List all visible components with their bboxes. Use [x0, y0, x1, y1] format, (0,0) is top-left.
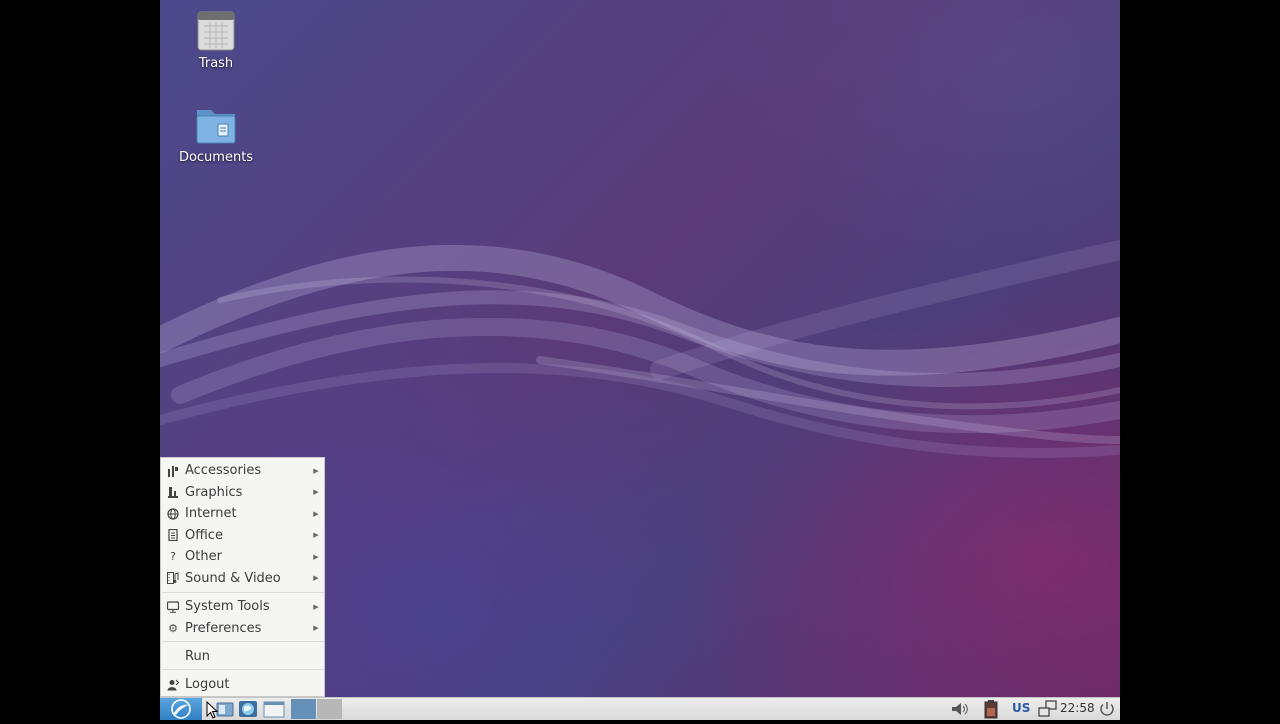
question-icon: ? [170, 550, 176, 563]
menu-separator [162, 592, 324, 593]
start-menu-button[interactable] [160, 698, 202, 720]
menu-item-label: Internet [185, 506, 237, 521]
file-manager-icon [216, 702, 234, 717]
folder-documents-icon [194, 104, 238, 148]
accessories-icon [166, 464, 180, 478]
browser-launcher[interactable] [238, 700, 258, 718]
menu-separator [162, 669, 324, 670]
menu-separator [162, 641, 324, 642]
menu-item-other[interactable]: ? Other ▶ [161, 546, 324, 567]
file-manager-launcher[interactable] [215, 700, 235, 718]
workspace-2[interactable] [317, 699, 342, 719]
menu-item-label: Accessories [185, 463, 262, 478]
power-icon[interactable] [1098, 700, 1116, 718]
chevron-right-icon: ▶ [313, 602, 319, 611]
chevron-right-icon: ▶ [313, 509, 319, 518]
run-spacer [166, 650, 180, 664]
user-logout-icon [166, 678, 180, 692]
menu-item-label: Office [185, 527, 223, 543]
taskbar: US 22:58 [160, 697, 1120, 720]
chevron-right-icon: ▶ [313, 624, 319, 632]
chevron-right-icon: ▶ [313, 552, 319, 561]
menu-item-system-tools[interactable]: System Tools ▶ [161, 596, 324, 617]
menu-item-label: Graphics [185, 484, 243, 500]
desktop-icon-trash[interactable]: Trash [171, 10, 261, 71]
media-icon [166, 571, 180, 585]
menu-item-logout[interactable]: Logout [161, 674, 324, 695]
menu-item-preferences[interactable]: ⚙ Preferences ▶ [161, 618, 324, 639]
trash-icon [194, 10, 238, 54]
menu-item-internet[interactable]: Internet ▶ [161, 503, 324, 524]
menu-item-label: Run [185, 649, 210, 664]
gear-icon: ⚙ [168, 621, 178, 635]
battery-icon[interactable] [983, 699, 999, 719]
menu-item-accessories[interactable]: Accessories ▶ [161, 460, 324, 481]
volume-icon[interactable] [950, 701, 970, 717]
office-document-icon [166, 528, 180, 542]
workspace-1[interactable] [291, 699, 316, 719]
desktop-icon-documents[interactable]: Documents [171, 104, 261, 165]
chevron-right-icon: ▶ [313, 488, 319, 496]
menu-item-label: Other [185, 549, 222, 564]
network-icon[interactable] [1038, 700, 1058, 718]
chevron-right-icon: ▶ [313, 466, 319, 475]
menu-item-sound-video[interactable]: Sound & Video ▶ [161, 568, 324, 589]
keyboard-layout-indicator[interactable]: US [1012, 701, 1030, 715]
menu-item-label: Preferences [185, 620, 262, 636]
desktop-icon-label: Documents [178, 150, 254, 165]
lubuntu-logo-icon [171, 699, 191, 719]
menu-item-office[interactable]: Office ▶ [161, 525, 324, 546]
window-icon [263, 701, 285, 718]
start-menu: Accessories ▶ Graphics ▶ Internet ▶ Offi… [160, 457, 325, 697]
chevron-right-icon: ▶ [313, 531, 319, 539]
show-desktop-button[interactable] [263, 700, 285, 718]
menu-item-label: Sound & Video [185, 570, 281, 586]
menu-item-run[interactable]: Run [161, 646, 324, 667]
monitor-icon [166, 600, 180, 614]
menu-item-label: System Tools [185, 599, 270, 614]
graphics-icon [166, 485, 180, 499]
mouse-cursor [206, 700, 219, 719]
menu-item-label: Logout [185, 677, 230, 692]
browser-icon [239, 701, 257, 717]
clock[interactable]: 22:58 [1060, 701, 1095, 715]
menu-item-graphics[interactable]: Graphics ▶ [161, 482, 324, 503]
desktop-icon-label: Trash [198, 56, 234, 71]
globe-icon [166, 507, 180, 521]
chevron-right-icon: ▶ [313, 574, 319, 582]
